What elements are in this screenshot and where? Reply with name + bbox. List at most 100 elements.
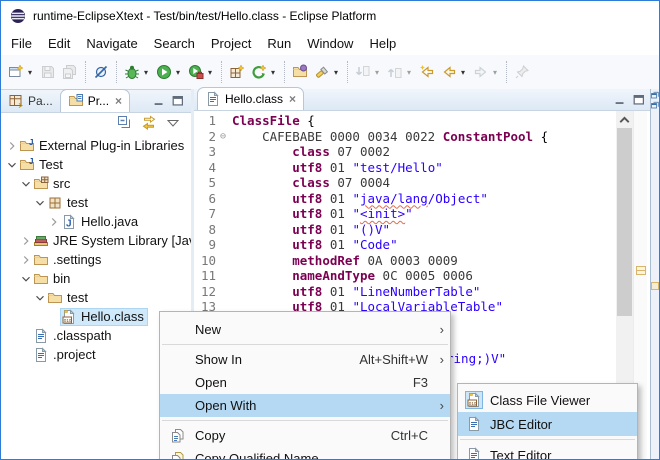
chevron-down-icon[interactable] bbox=[19, 272, 33, 286]
tree-item-externalpluginlibraries[interactable]: JExternal Plug-in Libraries bbox=[1, 136, 191, 155]
copy-icon bbox=[170, 428, 186, 444]
collapse-all-icon[interactable] bbox=[117, 115, 133, 131]
fold-column bbox=[216, 253, 230, 269]
tree-item-label: Hello.java bbox=[81, 214, 138, 229]
menu-file[interactable]: File bbox=[3, 33, 40, 54]
chevron-right-icon[interactable] bbox=[19, 253, 33, 267]
minimized-view-icon[interactable] bbox=[651, 282, 659, 290]
tree-item-test[interactable]: test bbox=[1, 288, 191, 307]
tree-item-test[interactable]: test bbox=[1, 193, 191, 212]
tree-spacer bbox=[19, 329, 33, 343]
dropdown-arrow-icon[interactable]: ▾ bbox=[332, 68, 340, 77]
link-with-editor-icon[interactable] bbox=[141, 115, 157, 131]
line-number: 4 bbox=[194, 160, 216, 176]
last-edit-location-button[interactable] bbox=[416, 60, 438, 84]
save-button[interactable] bbox=[37, 60, 59, 84]
menu-item-new[interactable]: New› bbox=[160, 318, 450, 341]
menu-item-copy[interactable]: CopyCtrl+C bbox=[160, 424, 450, 447]
chevron-down-icon[interactable] bbox=[33, 196, 47, 210]
save-all-button[interactable] bbox=[59, 60, 81, 84]
tree-item-label: bin bbox=[53, 271, 70, 286]
external-tools-icon bbox=[251, 64, 267, 80]
view-menu-icon[interactable] bbox=[165, 115, 181, 131]
overview-annotation[interactable] bbox=[636, 266, 646, 275]
view-tab-pa[interactable]: Pa... bbox=[1, 89, 60, 112]
dropdown-arrow-icon[interactable]: ▾ bbox=[405, 68, 413, 77]
previous-annotation-button[interactable]: ▾ bbox=[384, 60, 416, 84]
menu-window[interactable]: Window bbox=[299, 33, 361, 54]
external-tools-button[interactable]: ▾ bbox=[248, 60, 280, 84]
run-coverage-button[interactable]: ▾ bbox=[185, 60, 217, 84]
menu-item-label: Copy Qualified Name bbox=[195, 451, 432, 460]
pin-editor-button[interactable] bbox=[511, 60, 533, 84]
menu-item-label: Open bbox=[195, 375, 413, 390]
skip-breakpoints-button[interactable] bbox=[90, 60, 112, 84]
minimize-icon[interactable] bbox=[151, 94, 167, 108]
menu-help[interactable]: Help bbox=[361, 33, 404, 54]
tree-item-src[interactable]: src bbox=[1, 174, 191, 193]
tree-item-test[interactable]: JTest bbox=[1, 155, 191, 174]
line-number: 12 bbox=[194, 284, 216, 300]
search-button[interactable]: ▾ bbox=[311, 60, 343, 84]
dropdown-arrow-icon[interactable]: ▾ bbox=[269, 68, 277, 77]
dropdown-arrow-icon[interactable]: ▾ bbox=[491, 68, 499, 77]
menu-search[interactable]: Search bbox=[146, 33, 203, 54]
package-icon bbox=[47, 195, 63, 211]
scroll-up-icon[interactable] bbox=[616, 111, 633, 128]
menu-item-class-file-viewer[interactable]: 010Class File Viewer bbox=[458, 388, 637, 412]
debug-button[interactable]: ▾ bbox=[121, 60, 153, 84]
run-button[interactable]: ▾ bbox=[153, 60, 185, 84]
minimize-icon[interactable] bbox=[612, 93, 628, 107]
menu-item-jbc-editor[interactable]: JBC Editor bbox=[458, 412, 637, 436]
svg-text:J: J bbox=[29, 138, 33, 147]
maximize-icon[interactable] bbox=[170, 94, 186, 108]
menu-item-show-in[interactable]: Show InAlt+Shift+W› bbox=[160, 348, 450, 371]
search-icon bbox=[314, 64, 330, 80]
chevron-right-icon[interactable] bbox=[5, 139, 19, 153]
tree-item-bin[interactable]: bin bbox=[1, 269, 191, 288]
tree-item-settings[interactable]: .settings bbox=[1, 250, 191, 269]
menu-item-copy-qualified-name[interactable]: Copy Qualified Name bbox=[160, 447, 450, 460]
dropdown-arrow-icon[interactable]: ▾ bbox=[459, 68, 467, 77]
maximize-icon[interactable] bbox=[631, 93, 647, 107]
close-icon[interactable]: × bbox=[289, 92, 296, 106]
menu-item-open-with[interactable]: Open With› bbox=[160, 394, 450, 417]
close-icon[interactable]: × bbox=[115, 94, 122, 108]
chevron-right-icon[interactable] bbox=[19, 234, 33, 248]
chevron-right-icon[interactable] bbox=[47, 215, 61, 229]
scrollbar-thumb[interactable] bbox=[617, 128, 632, 316]
dropdown-arrow-icon[interactable]: ▾ bbox=[206, 68, 214, 77]
dropdown-arrow-icon[interactable]: ▾ bbox=[174, 68, 182, 77]
menu-icon-gutter bbox=[458, 447, 490, 460]
chevron-down-icon[interactable] bbox=[19, 177, 33, 191]
tree-item-hellojava[interactable]: JHello.java bbox=[1, 212, 191, 231]
view-tab-pr[interactable]: Pr...× bbox=[60, 89, 130, 112]
dropdown-arrow-icon[interactable]: ▾ bbox=[26, 68, 34, 77]
editor-tab-helloclass[interactable]: Hello.class × bbox=[197, 87, 304, 110]
menu-project[interactable]: Project bbox=[203, 33, 259, 54]
fold-collapse-icon[interactable]: ⊖ bbox=[216, 129, 230, 145]
dropdown-arrow-icon[interactable]: ▾ bbox=[142, 68, 150, 77]
menu-run[interactable]: Run bbox=[259, 33, 299, 54]
menu-item-open[interactable]: OpenF3 bbox=[160, 371, 450, 394]
menu-navigate[interactable]: Navigate bbox=[78, 33, 145, 54]
minimized-view-icon[interactable] bbox=[651, 91, 659, 99]
fold-column bbox=[216, 113, 230, 129]
menu-shortcut: F3 bbox=[413, 375, 428, 390]
tree-item-jresystemlibraryjava[interactable]: JRE System Library [Java bbox=[1, 231, 191, 250]
forward-button[interactable]: ▾ bbox=[470, 60, 502, 84]
dropdown-arrow-icon[interactable]: ▾ bbox=[373, 68, 381, 77]
chevron-down-icon[interactable] bbox=[5, 158, 19, 172]
next-annotation-button[interactable]: ▾ bbox=[352, 60, 384, 84]
new-plugin-project-button[interactable] bbox=[226, 60, 248, 84]
open-plugin-artifact-button[interactable] bbox=[289, 60, 311, 84]
new-wizard-button[interactable]: ▾ bbox=[5, 60, 37, 84]
menu-edit[interactable]: Edit bbox=[40, 33, 78, 54]
left-view-tabbar: Pa...Pr...× bbox=[1, 90, 191, 113]
menu-item-text-editor[interactable]: Text Editor bbox=[458, 443, 637, 460]
chevron-down-icon[interactable] bbox=[33, 291, 47, 305]
minimized-view-icon[interactable] bbox=[651, 101, 659, 109]
back-button[interactable]: ▾ bbox=[438, 60, 470, 84]
toolbar-separator bbox=[506, 61, 507, 83]
editor-tab-label: Hello.class bbox=[225, 92, 283, 106]
